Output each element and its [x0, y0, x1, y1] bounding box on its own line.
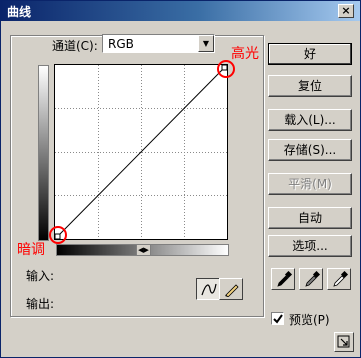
- eyedropper-gray-icon: [305, 271, 321, 287]
- curve-point-shadow: [55, 233, 61, 239]
- preview-checkbox[interactable]: [271, 312, 284, 325]
- auto-button[interactable]: 自动: [268, 207, 352, 229]
- gradient-toggle-icon[interactable]: ◀▶: [136, 245, 151, 255]
- pencil-icon: [225, 284, 239, 297]
- window-title: 曲线: [7, 5, 32, 19]
- load-button[interactable]: 载入(L)...: [268, 109, 352, 131]
- channel-select[interactable]: RGB ▼: [102, 34, 215, 53]
- close-button[interactable]: ×: [338, 4, 354, 18]
- channel-label: 通道(C):: [52, 39, 98, 53]
- curves-dialog: 曲线 × 通道(C): RGB ▼ ◀▶ 高光 暗调 输入: 输出: 好 复位 …: [0, 0, 361, 358]
- expand-button[interactable]: [334, 332, 354, 352]
- white-eyedropper-button[interactable]: [327, 268, 351, 290]
- gray-eyedropper-button[interactable]: [299, 268, 323, 290]
- input-gradient-bar[interactable]: ◀▶: [56, 244, 229, 256]
- curve-tool-button[interactable]: [196, 278, 220, 300]
- eyedropper-black-icon: [277, 271, 293, 287]
- ok-button[interactable]: 好: [268, 43, 352, 65]
- title-bar[interactable]: 曲线 ×: [1, 1, 360, 21]
- input-label: 输入:: [26, 269, 55, 283]
- smooth-button[interactable]: 平滑(M): [268, 173, 352, 195]
- curve-point-highlight: [221, 65, 227, 71]
- save-button[interactable]: 存储(S)...: [268, 139, 352, 161]
- expand-icon: [337, 335, 350, 348]
- black-eyedropper-button[interactable]: [271, 268, 295, 290]
- output-label: 输出:: [26, 297, 55, 311]
- reset-button[interactable]: 复位: [268, 75, 352, 97]
- curve-graph[interactable]: [54, 64, 228, 240]
- shadow-annotation: 暗调: [17, 242, 45, 258]
- checkmark-icon: [273, 314, 283, 324]
- options-button[interactable]: 选项...: [268, 235, 352, 257]
- pencil-tool-button[interactable]: [219, 278, 243, 300]
- preview-label[interactable]: 预览(P): [289, 311, 330, 328]
- output-gradient-bar: [38, 65, 49, 241]
- eyedropper-white-icon: [333, 271, 349, 287]
- highlight-annotation: 高光: [231, 46, 259, 62]
- channel-value: RGB: [108, 37, 134, 51]
- chevron-down-icon[interactable]: ▼: [198, 35, 214, 52]
- curve-icon: [201, 283, 217, 296]
